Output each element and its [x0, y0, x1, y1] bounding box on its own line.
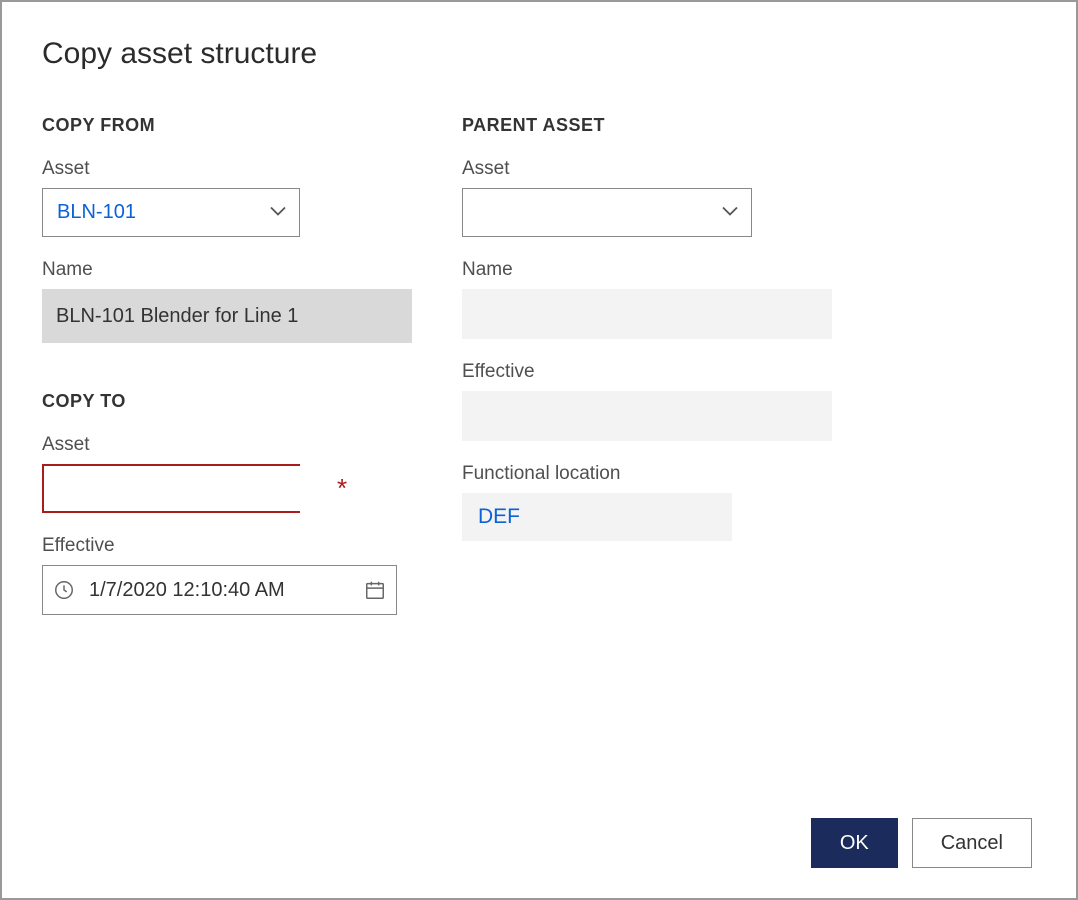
cancel-button[interactable]: Cancel	[912, 818, 1032, 868]
parent-asset-name-value	[462, 289, 832, 339]
copy-from-asset-group: Asset	[42, 158, 412, 237]
parent-asset-asset-label: Asset	[462, 158, 832, 180]
copy-to-effective-input[interactable]	[89, 579, 364, 602]
copy-to-asset-group: Asset *	[42, 434, 412, 513]
copy-from-name-group: Name BLN-101 Blender for Line 1	[42, 259, 412, 343]
copy-to-asset-field[interactable]: *	[42, 464, 300, 513]
parent-asset-select[interactable]	[462, 188, 752, 237]
copy-from-name-value: BLN-101 Blender for Line 1	[42, 289, 412, 343]
parent-asset-effective-label: Effective	[462, 361, 832, 383]
copy-from-asset-input[interactable]	[42, 188, 300, 237]
dialog-title: Copy asset structure	[42, 37, 1036, 71]
right-column: PARENT ASSET Asset Name Effective	[462, 115, 832, 818]
parent-asset-effective-group: Effective	[462, 361, 832, 441]
calendar-icon[interactable]	[364, 579, 386, 601]
copy-to-effective-group: Effective	[42, 535, 412, 615]
parent-asset-header: PARENT ASSET	[462, 115, 832, 136]
parent-asset-funcloc-group: Functional location DEF	[462, 463, 832, 541]
required-asterisk-icon: *	[337, 473, 361, 504]
parent-asset-name-group: Name	[462, 259, 832, 339]
copy-from-header: COPY FROM	[42, 115, 412, 136]
copy-to-asset-input[interactable]	[44, 466, 337, 511]
copy-to-effective-field[interactable]	[42, 565, 397, 615]
parent-asset-name-label: Name	[462, 259, 832, 281]
parent-asset-asset-group: Asset	[462, 158, 832, 237]
ok-button[interactable]: OK	[811, 818, 898, 868]
dialog-button-row: OK Cancel	[42, 818, 1036, 868]
copy-from-asset-select[interactable]	[42, 188, 300, 237]
clock-icon	[53, 579, 75, 601]
copy-asset-structure-dialog: Copy asset structure COPY FROM Asset Nam…	[0, 0, 1078, 900]
dialog-columns: COPY FROM Asset Name BLN-101 Blender for…	[42, 115, 1036, 818]
left-column: COPY FROM Asset Name BLN-101 Blender for…	[42, 115, 412, 818]
parent-asset-effective-value	[462, 391, 832, 441]
copy-to-effective-label: Effective	[42, 535, 412, 557]
parent-asset-input[interactable]	[462, 188, 752, 237]
parent-asset-funcloc-label: Functional location	[462, 463, 832, 485]
parent-asset-funcloc-value[interactable]: DEF	[462, 493, 732, 541]
copy-to-asset-label: Asset	[42, 434, 412, 456]
copy-from-asset-label: Asset	[42, 158, 412, 180]
copy-from-name-label: Name	[42, 259, 412, 281]
copy-to-header: COPY TO	[42, 391, 412, 412]
